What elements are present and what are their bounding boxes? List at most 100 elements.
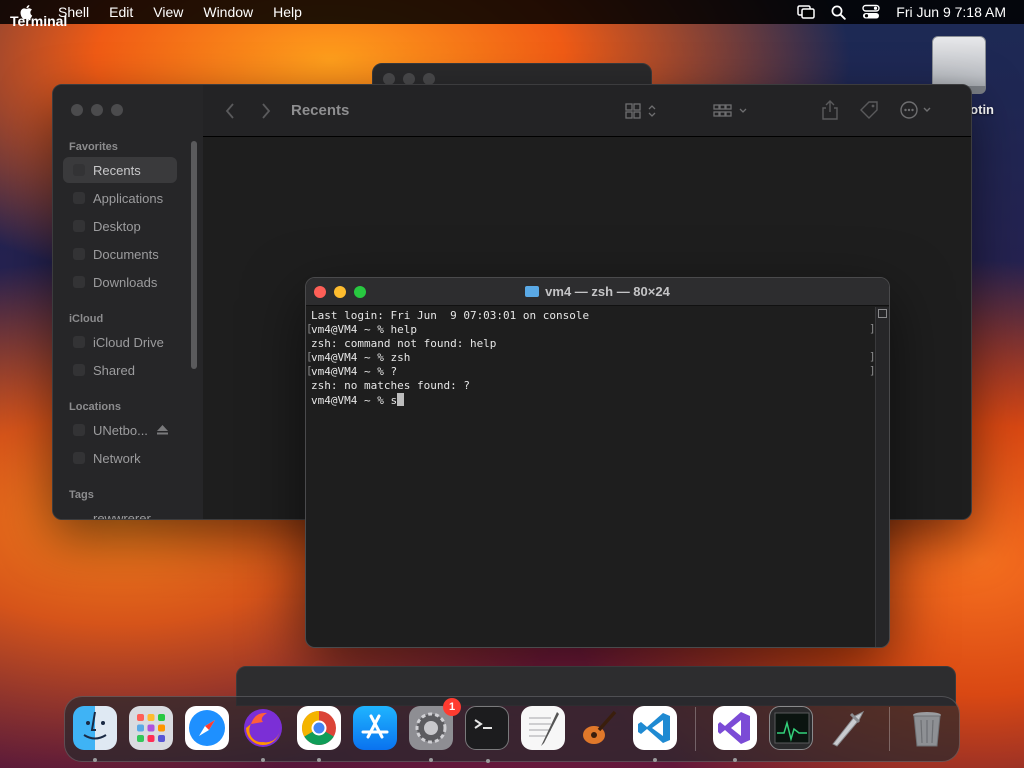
running-indicator (486, 759, 490, 763)
sidebar-item-label: iCloud Drive (93, 334, 164, 350)
dock-activity-monitor[interactable] (769, 706, 813, 750)
menu-edit[interactable]: Edit (99, 0, 143, 24)
control-center-icon[interactable] (862, 4, 880, 20)
sidebar-item-network[interactable]: Network (63, 445, 177, 471)
split-pane-icon[interactable] (878, 309, 887, 318)
guitar-icon (583, 710, 617, 744)
finder-toolbar: Recents (203, 85, 971, 137)
drive-label: otin (970, 102, 994, 117)
hammer-icon (832, 710, 865, 747)
running-indicator (429, 758, 433, 762)
terminal-scrollbar[interactable] (875, 307, 889, 647)
sidebar-item-unetbootin[interactable]: UNetbo... (63, 417, 177, 443)
launchpad-grid-icon (137, 714, 165, 742)
terminal-output[interactable]: Last login: Fri Jun 9 07:03:01 on consol… (306, 307, 875, 647)
running-indicator (653, 758, 657, 762)
sidebar-item-recents[interactable]: Recents (63, 157, 177, 183)
menu-help[interactable]: Help (263, 0, 312, 24)
sidebar-item-downloads[interactable]: Downloads (63, 269, 177, 295)
textedit-pen-icon (529, 712, 559, 746)
spotlight-search-icon[interactable] (831, 5, 847, 20)
mark-bracket-left: [ (306, 350, 313, 363)
running-indicator (317, 758, 321, 762)
sidebar-item-label: Network (93, 450, 141, 466)
share-icon[interactable] (821, 99, 839, 121)
finder-minimize-button[interactable] (91, 104, 103, 116)
forward-chevron-icon[interactable] (261, 103, 271, 119)
dock-safari[interactable] (185, 706, 229, 750)
back-chevron-icon[interactable] (225, 103, 235, 119)
terminal-titlebar[interactable]: vm4 — zsh — 80×24 (306, 278, 889, 306)
dock-xcode[interactable] (825, 706, 869, 750)
sidebar-item-shared[interactable]: Shared (63, 357, 177, 383)
download-icon (73, 276, 85, 288)
clock-icon (73, 164, 85, 176)
vscode-icon (638, 713, 670, 743)
sidebar-section-tags: Tags (69, 489, 94, 501)
desktop-icon (73, 220, 85, 232)
dock-garageband[interactable] (577, 706, 621, 750)
tag-icon[interactable] (859, 100, 879, 120)
terminal-line: vm4@VM4 ~ % ? (311, 365, 398, 378)
sidebar-item-label: Recents (93, 162, 141, 178)
document-icon (73, 248, 85, 260)
finder-title: Recents (291, 102, 350, 119)
running-indicator (93, 758, 97, 762)
dock: 1 (64, 696, 960, 763)
mark-bracket-left: [ (306, 322, 313, 335)
dock-vscode[interactable] (633, 706, 677, 762)
sidebar-section-locations: Locations (69, 401, 121, 413)
sidebar-item-documents[interactable]: Documents (63, 241, 177, 267)
terminal-line: vm4@VM4 ~ % help (311, 323, 417, 336)
dock-launchpad[interactable] (129, 706, 173, 750)
dock-system-settings[interactable]: 1 (409, 698, 461, 762)
sidebar-item-desktop[interactable]: Desktop (63, 213, 177, 239)
sidebar-item-label: Documents (93, 246, 159, 262)
dock-app-store[interactable] (353, 706, 397, 750)
dock-textedit[interactable] (521, 706, 565, 750)
sidebar-item-tag[interactable]: rewwrerer (63, 505, 177, 520)
dock-terminal[interactable] (465, 706, 509, 763)
finder-close-button[interactable] (71, 104, 83, 116)
finder-zoom-button[interactable] (111, 104, 123, 116)
sidebar-item-label: rewwrerer (93, 510, 151, 520)
folder-icon (525, 286, 540, 297)
applications-icon (73, 192, 85, 204)
dock-separator (889, 707, 890, 751)
dock-finder[interactable] (73, 706, 117, 762)
terminal-prompt-line[interactable]: vm4@VM4 ~ % s (311, 393, 870, 407)
chrome-icon (302, 711, 336, 745)
network-globe-icon (73, 452, 85, 464)
disk-icon (73, 424, 85, 436)
finder-face-icon (83, 711, 107, 740)
terminal-title: vm4 — zsh — 80×24 (306, 284, 889, 299)
menu-window[interactable]: Window (193, 0, 263, 24)
icon-view-grid-icon[interactable] (625, 102, 661, 120)
dock-firefox[interactable] (241, 706, 285, 762)
group-by-icon[interactable] (713, 102, 749, 120)
safari-compass-icon (189, 710, 225, 746)
text-cursor (397, 393, 405, 406)
sidebar-section-icloud: iCloud (69, 313, 104, 325)
sidebar-item-label: Downloads (93, 274, 158, 290)
menu-view[interactable]: View (143, 0, 193, 24)
firefox-icon (244, 709, 282, 747)
screen-mirroring-icon[interactable] (797, 5, 816, 19)
sidebar-scrollbar[interactable] (191, 141, 197, 369)
more-actions-icon[interactable] (899, 100, 935, 120)
menu-app-terminal[interactable]: Terminal (0, 9, 67, 53)
dock-trash[interactable] (905, 706, 949, 750)
app-store-icon (361, 714, 389, 739)
sidebar-item-applications[interactable]: Applications (63, 185, 177, 211)
sidebar-item-label: UNetbo... (93, 422, 148, 438)
dock-chrome[interactable] (297, 706, 341, 762)
sidebar-item-icloud-drive[interactable]: iCloud Drive (63, 329, 177, 355)
running-indicator (261, 758, 265, 762)
dock-visual-studio[interactable] (713, 706, 757, 762)
terminal-window[interactable]: vm4 — zsh — 80×24 Last login: Fri Jun 9 … (305, 277, 890, 648)
terminal-line: vm4@VM4 ~ % zsh (311, 351, 411, 364)
menu-clock[interactable]: Fri Jun 9 7:18 AM (896, 4, 1006, 20)
eject-icon[interactable] (157, 425, 168, 435)
sidebar-item-label: Applications (93, 190, 164, 206)
menu-bar: Terminal Shell Edit View Window Help Fri… (0, 0, 1024, 29)
